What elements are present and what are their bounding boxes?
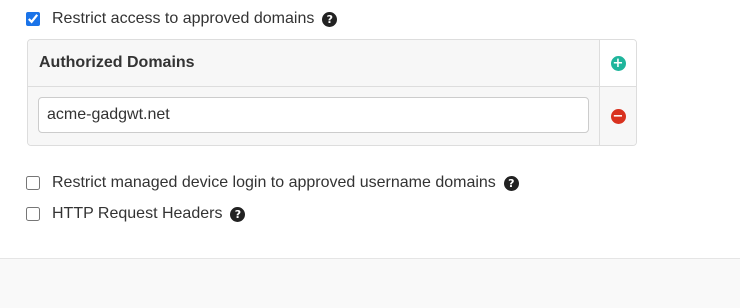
restrict-domains-label: Restrict access to approved domains	[52, 10, 315, 27]
authorized-domains-table: Authorized Domains + −	[27, 39, 637, 146]
domain-row	[28, 87, 599, 145]
plus-circle-icon[interactable]: +	[610, 55, 626, 71]
question-circle-icon[interactable]: ?	[230, 206, 246, 222]
restrict-domains-row[interactable]: Restrict access to approved domains ?	[26, 10, 338, 28]
footer-bar	[0, 258, 740, 308]
restrict-managed-login-row[interactable]: Restrict managed device login to approve…	[26, 174, 519, 192]
restrict-managed-login-label: Restrict managed device login to approve…	[52, 174, 496, 191]
http-headers-row[interactable]: HTTP Request Headers ?	[26, 205, 246, 223]
http-headers-label: HTTP Request Headers	[52, 205, 223, 222]
authorized-domains-header: Authorized Domains	[28, 40, 599, 87]
restrict-managed-login-checkbox[interactable]	[26, 176, 40, 190]
restrict-domains-checkbox[interactable]	[26, 12, 40, 26]
domain-input[interactable]	[38, 97, 589, 133]
add-domain-cell: +	[599, 40, 636, 87]
question-circle-icon[interactable]: ?	[322, 11, 338, 27]
domain-restriction-settings: Restrict access to approved domains ? Au…	[0, 0, 740, 308]
remove-domain-cell: −	[599, 87, 636, 145]
question-circle-icon[interactable]: ?	[503, 175, 519, 191]
minus-circle-icon[interactable]: −	[610, 108, 626, 124]
http-headers-checkbox[interactable]	[26, 207, 40, 221]
